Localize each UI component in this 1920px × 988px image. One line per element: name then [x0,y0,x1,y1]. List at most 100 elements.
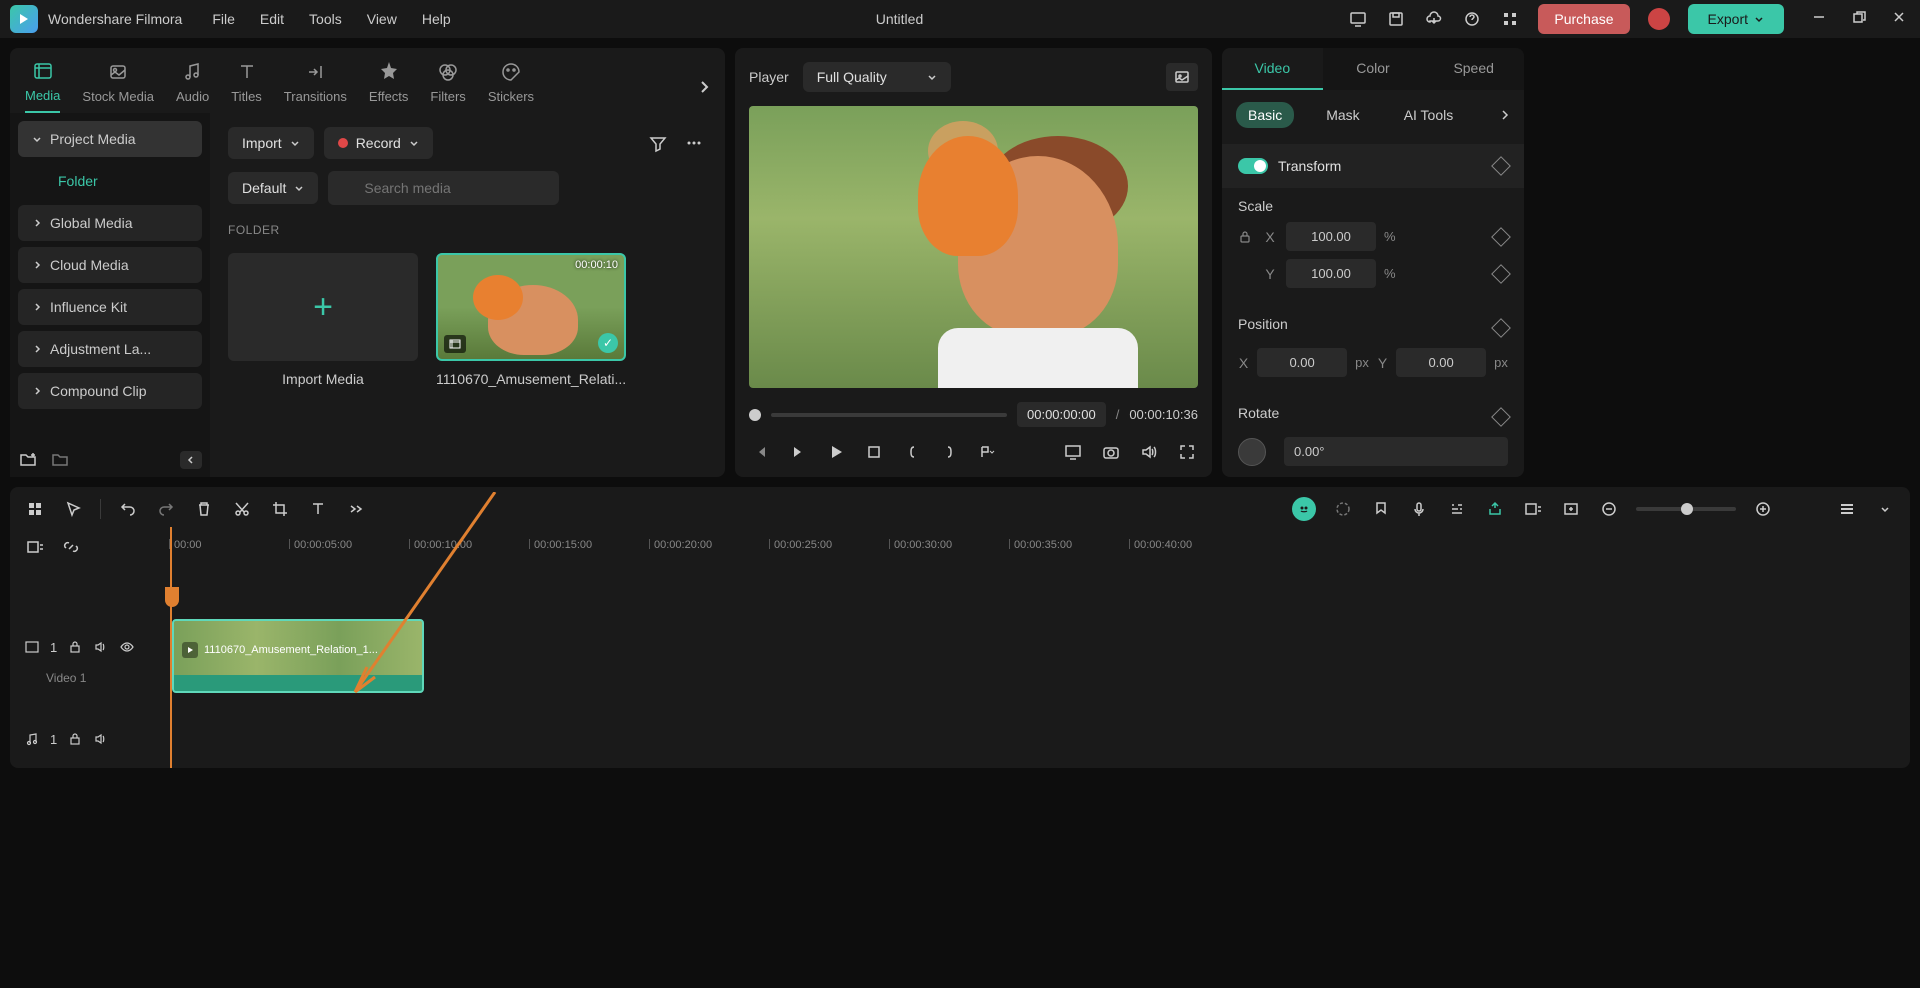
color-icon[interactable] [1332,498,1354,520]
play-backward-icon[interactable] [787,441,809,463]
sidebar-adjustment-layer[interactable]: Adjustment La... [18,331,202,367]
track-view-dropdown[interactable] [1874,498,1896,520]
zoom-slider[interactable] [1636,507,1736,511]
undo-icon[interactable] [117,498,139,520]
tab-effects[interactable]: Effects [369,59,409,112]
keyframe-diamond-icon[interactable] [1491,227,1511,247]
rotate-dial[interactable] [1238,438,1266,466]
screenshot-icon[interactable] [1560,498,1582,520]
pos-x-input[interactable] [1257,348,1347,377]
display-icon[interactable] [1062,441,1084,463]
timeline-cut-icon[interactable] [24,536,46,558]
maximize-button[interactable] [1852,10,1870,28]
visibility-track-icon[interactable] [119,639,135,655]
mic-icon[interactable] [1408,498,1430,520]
tab-stickers[interactable]: Stickers [488,59,534,112]
link-icon[interactable] [60,536,82,558]
subtabs-next-icon[interactable] [1500,108,1510,122]
cloud-icon[interactable] [1424,9,1444,29]
inspector-tab-speed[interactable]: Speed [1423,48,1524,90]
tracks-area[interactable] [170,563,1910,768]
lock-track-icon[interactable] [67,731,83,747]
select-mode-icon[interactable] [24,498,46,520]
volume-icon[interactable] [1138,441,1160,463]
search-input[interactable] [328,171,559,205]
export-button[interactable]: Export [1688,4,1784,34]
menu-help[interactable]: Help [422,11,451,27]
keyframe-diamond-icon[interactable] [1491,264,1511,284]
lock-icon[interactable] [1238,230,1254,244]
tab-transitions[interactable]: Transitions [284,59,347,112]
play-icon[interactable] [825,441,847,463]
tab-stock-media[interactable]: Stock Media [82,59,154,112]
cursor-icon[interactable] [62,498,84,520]
sidebar-folder[interactable]: Folder [18,163,202,199]
keyframe-diamond-icon[interactable] [1491,156,1511,176]
mute-track-icon[interactable] [93,731,109,747]
save-icon[interactable] [1386,9,1406,29]
media-clip-card[interactable]: 00:00:10 ✓ 1110670_Amusement_Relati... [436,253,626,387]
delete-icon[interactable] [193,498,215,520]
marker-dropdown[interactable] [977,441,999,463]
sidebar-compound-clip[interactable]: Compound Clip [18,373,202,409]
menu-file[interactable]: File [212,11,235,27]
more-tools-icon[interactable] [345,498,367,520]
subtab-ai-tools[interactable]: AI Tools [1392,102,1466,128]
ai-icon[interactable] [1292,497,1316,521]
keyframe-diamond-icon[interactable] [1491,407,1511,427]
crop-icon[interactable] [269,498,291,520]
text-icon[interactable] [307,498,329,520]
help-icon[interactable] [1462,9,1482,29]
new-bin-icon[interactable] [50,449,70,469]
sidebar-project-media[interactable]: Project Media [18,121,202,157]
subtab-basic[interactable]: Basic [1236,102,1294,128]
import-dropdown[interactable]: Import [228,127,314,159]
scale-y-input[interactable] [1286,259,1376,288]
menu-view[interactable]: View [367,11,397,27]
user-avatar[interactable] [1648,8,1670,30]
camera-icon[interactable] [1100,441,1122,463]
marker-icon[interactable] [1370,498,1392,520]
audio-mix-icon[interactable] [1446,498,1468,520]
audio-track-header[interactable]: 1 [24,725,156,753]
timeline-ruler[interactable]: 00:00 00:00:05:00 00:00:10:00 00:00:15:0… [169,531,1896,563]
more-icon[interactable] [681,130,707,156]
pos-y-input[interactable] [1396,348,1486,377]
minimize-button[interactable] [1812,10,1830,28]
scrub-thumb[interactable] [749,409,761,421]
snapshot-icon[interactable] [1166,63,1198,91]
mute-track-icon[interactable] [93,639,109,655]
tab-media[interactable]: Media [25,58,60,113]
quality-dropdown[interactable]: Full Quality [803,62,951,92]
mark-in-icon[interactable] [901,441,923,463]
playhead-head[interactable] [165,587,179,607]
render-icon[interactable] [1484,498,1506,520]
timeline-clip[interactable]: 1110670_Amusement_Relation_1... [172,619,424,693]
rotate-input[interactable] [1284,437,1508,466]
scrub-track[interactable] [771,413,1007,417]
sort-dropdown[interactable]: Default [228,172,318,204]
redo-icon[interactable] [155,498,177,520]
prev-frame-icon[interactable] [749,441,771,463]
new-folder-icon[interactable] [18,449,38,469]
fullscreen-icon[interactable] [1176,441,1198,463]
sidebar-global-media[interactable]: Global Media [18,205,202,241]
stop-icon[interactable] [863,441,885,463]
collapse-sidebar-icon[interactable] [180,451,202,469]
sidebar-influence-kit[interactable]: Influence Kit [18,289,202,325]
playhead[interactable] [170,527,172,768]
purchase-button[interactable]: Purchase [1538,4,1629,34]
subtab-mask[interactable]: Mask [1314,102,1371,128]
mark-out-icon[interactable] [939,441,961,463]
filter-icon[interactable] [645,130,671,156]
monitor-icon[interactable] [1348,9,1368,29]
menu-edit[interactable]: Edit [260,11,284,27]
apps-icon[interactable] [1500,9,1520,29]
video-track-header[interactable]: 1 [24,633,156,661]
zoom-out-icon[interactable] [1598,498,1620,520]
menu-tools[interactable]: Tools [309,11,342,27]
scale-x-input[interactable] [1286,222,1376,251]
track-view-icon[interactable] [1836,498,1858,520]
close-button[interactable] [1892,10,1910,28]
tab-audio[interactable]: Audio [176,59,209,112]
